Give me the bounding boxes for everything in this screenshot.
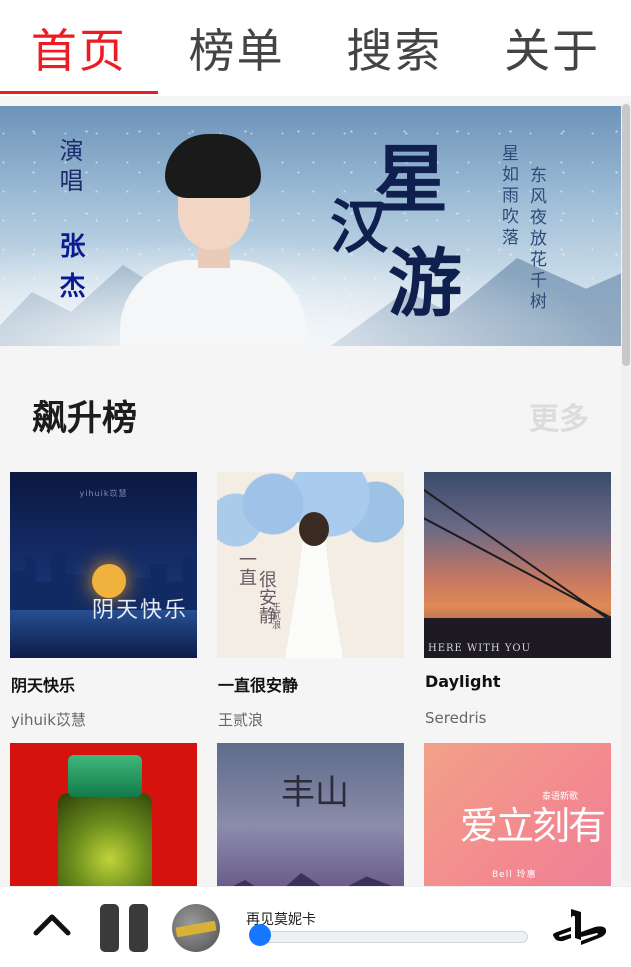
tab-home[interactable]: 首页 [0,0,158,96]
more-button[interactable]: 更多 [529,394,589,438]
song-artist: Seredris [425,709,487,727]
tab-about[interactable]: 关于 [473,0,631,96]
section-title: 飙升榜 [32,399,138,439]
playstation-icon[interactable] [551,907,607,949]
album-cover[interactable]: HERE WITH YOU [424,472,611,658]
banner-lyric: 星如雨吹落 [498,144,518,249]
progress-slider[interactable] [252,931,528,943]
banner-lyric: 东风夜放花千树 [526,166,546,313]
music-player: 再见莫妮卡 [0,886,631,967]
album-cover[interactable] [10,743,197,886]
banner-singer-label: 演唱 [55,138,83,198]
main-content: 演唱 张杰 星 汉 游 星如雨吹落 东风夜放花千树 飙升榜 更多 yihuik苡… [0,96,631,886]
banner-title: 星 汉 游 [330,137,462,327]
song-name[interactable]: 一直很安静 [218,672,298,696]
banner-singer-name: 张杰 [55,232,85,312]
song-artist: yihuik苡慧 [11,711,86,729]
banner[interactable]: 演唱 张杰 星 汉 游 星如雨吹落 东风夜放花千树 [0,106,621,346]
pause-icon[interactable] [100,904,148,952]
chevron-up-icon[interactable] [32,903,72,943]
scrollbar-thumb[interactable] [622,104,630,366]
song-name[interactable]: 阴天快乐 [11,672,75,696]
album-cover[interactable]: 泰语新歌 爱立刻有 Bell 玲惠 [424,743,611,886]
now-playing-cover[interactable] [172,904,220,952]
top-nav: 首页 榜单 搜索 关于 [0,0,631,96]
tab-charts[interactable]: 榜单 [158,0,316,96]
tab-search[interactable]: 搜索 [316,0,474,96]
song-artist: 王贰浪 [218,711,264,729]
album-cover[interactable]: yihuik苡慧 阴天快乐 [10,472,197,658]
banner-singer-photo [110,126,310,346]
album-cover[interactable]: 丰山 [217,743,404,886]
song-name[interactable]: Daylight [425,672,500,691]
album-cover[interactable]: 一直 很安静 王贰浪 [217,472,404,658]
